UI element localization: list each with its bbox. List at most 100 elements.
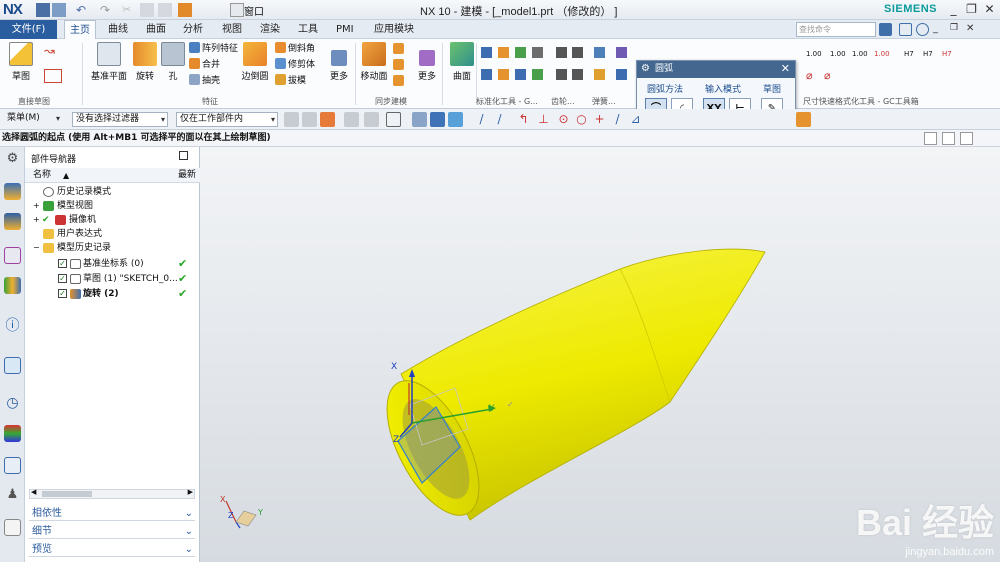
dim-format-icon[interactable]: 1.00 — [852, 47, 868, 61]
tree-node-cameras[interactable]: + ✔ 摄像机 — [25, 213, 200, 227]
diameter-icon[interactable]: ⌀ — [824, 69, 831, 83]
arc-dialog-title[interactable]: 圆弧 — [637, 61, 795, 78]
scroll-left-icon[interactable]: ◀ — [31, 488, 36, 496]
edge-blend-button[interactable]: 边倒圆 — [238, 42, 272, 92]
tool-icon[interactable] — [796, 112, 811, 127]
graphics-viewport[interactable]: X Y Z ✓ X Y Z Bai 经验 jingyan.baidu.com — [200, 147, 1000, 562]
expand-icon[interactable]: + — [33, 213, 40, 227]
view-triad[interactable]: X Y Z — [220, 495, 263, 529]
visibility-checkbox[interactable]: ✓ — [58, 259, 67, 268]
spring-tool-icon[interactable] — [616, 47, 627, 58]
shell-button[interactable]: 抽壳 — [189, 74, 220, 88]
panel-preview[interactable]: 预览 ⌄ — [29, 542, 195, 557]
restore-icon[interactable]: ❐ — [950, 23, 963, 36]
maximize-icon[interactable] — [179, 151, 188, 160]
gear-tool-icon[interactable] — [572, 47, 583, 58]
dim-format-icon[interactable]: 1.00 — [874, 47, 890, 61]
gc-tool-icon[interactable] — [481, 69, 492, 80]
touch-mode-icon[interactable] — [178, 3, 192, 17]
datum-plane-button[interactable]: 基准平面 — [88, 42, 130, 92]
web-browser-icon[interactable]: ⓘ — [4, 315, 21, 334]
sketch-button[interactable]: 草图 — [4, 42, 38, 92]
gear-icon[interactable]: ⚙ — [641, 63, 650, 74]
line-icon[interactable]: / — [610, 112, 625, 127]
dim-format-icon[interactable]: H7 — [904, 47, 914, 61]
sync-tool-icon[interactable] — [393, 75, 404, 86]
dim-format-icon[interactable]: 1.00 — [806, 47, 822, 61]
tree-node-history-mode[interactable]: 历史记录模式 — [25, 185, 200, 199]
restore-icon[interactable]: ❐ — [964, 2, 979, 17]
curve-icon[interactable]: ↰ — [516, 112, 531, 127]
point-icon[interactable]: + — [592, 112, 607, 127]
move-face-button[interactable]: 移动面 — [358, 42, 390, 92]
panel-details[interactable]: 细节 ⌄ — [29, 524, 195, 539]
gc-tool-icon[interactable] — [515, 47, 526, 58]
tree-node-revolve[interactable]: ✓ 旋转 (2) ✔ — [25, 287, 200, 301]
paste-icon[interactable] — [158, 3, 172, 17]
intersect-icon[interactable]: ⊥ — [536, 112, 551, 127]
unite-button[interactable]: 合并 — [189, 58, 220, 72]
search-icon[interactable] — [879, 23, 892, 36]
rectangle-icon[interactable] — [44, 69, 62, 83]
sort-up-icon[interactable]: ▲ — [63, 168, 69, 183]
gc-tool-icon[interactable] — [515, 69, 526, 80]
file-menu[interactable]: 文件(F) — [0, 20, 57, 39]
gc-tool-icon[interactable] — [498, 47, 509, 58]
horizontal-scrollbar[interactable]: ◀ ▶ — [29, 488, 195, 499]
line-icon[interactable]: / — [492, 112, 507, 127]
save-as-icon[interactable] — [52, 3, 66, 17]
window-menu[interactable]: 窗口 — [244, 3, 264, 18]
gc-tool-icon[interactable] — [532, 69, 543, 80]
process-studio-icon[interactable] — [4, 457, 21, 474]
status-icon[interactable] — [942, 132, 955, 145]
tab-tools[interactable]: 工具 — [293, 20, 323, 39]
system-materials-icon[interactable] — [4, 425, 21, 442]
redo-icon[interactable]: ↷ — [100, 3, 114, 17]
trim-body-button[interactable]: 修剪体 — [275, 58, 315, 72]
tab-view[interactable]: 视图 — [217, 20, 247, 39]
close-icon[interactable]: ✕ — [781, 62, 790, 75]
spring-tool-icon[interactable] — [616, 69, 627, 80]
constraint-navigator-icon[interactable] — [4, 213, 21, 230]
spring-tool-icon[interactable] — [594, 69, 605, 80]
sync-more-button[interactable]: 更多 — [410, 42, 444, 92]
select-icon[interactable] — [320, 112, 335, 127]
circle-icon[interactable]: ○ — [574, 112, 589, 127]
copy-icon[interactable] — [140, 3, 154, 17]
line-icon[interactable]: / — [474, 112, 489, 127]
dim-format-icon[interactable]: 1.00 — [830, 47, 846, 61]
tab-pmi[interactable]: PMI — [331, 20, 359, 39]
gc-tool-icon[interactable] — [498, 69, 509, 80]
chamfer-button[interactable]: 倒斜角 — [275, 42, 315, 56]
reuse-library-icon[interactable] — [4, 277, 21, 294]
expand-icon[interactable]: + — [33, 199, 40, 213]
dim-format-icon[interactable]: H7 — [923, 47, 933, 61]
tab-render[interactable]: 渲染 — [255, 20, 285, 39]
menu-button[interactable]: 菜单(M) ▾ — [4, 112, 62, 127]
tree-node-datum-csys[interactable]: ✓ 基准坐标系 (0) ✔ — [25, 257, 200, 271]
close-icon[interactable]: ✕ — [982, 2, 997, 17]
hole-button[interactable]: 孔 — [156, 42, 190, 92]
rect-select-icon[interactable] — [386, 112, 401, 127]
window-switch-icon[interactable] — [230, 3, 244, 17]
tree-node-model-history[interactable]: − 模型历史记录 — [25, 241, 200, 255]
profile-icon[interactable]: ↝ — [44, 45, 55, 59]
close-icon[interactable]: ✕ — [966, 23, 979, 36]
assembly-navigator-icon[interactable] — [4, 183, 21, 200]
selection-scope-select[interactable]: 仅在工作部件内 ▾ — [176, 112, 278, 127]
snap-icon[interactable] — [284, 112, 299, 127]
dim-format-icon[interactable]: H7 — [942, 47, 952, 61]
feature-more-button[interactable]: 更多 — [322, 42, 356, 92]
help-icon[interactable] — [916, 23, 929, 36]
gear-tool-icon[interactable] — [556, 69, 567, 80]
tab-applications[interactable]: 应用模块 — [369, 20, 419, 39]
view-icon[interactable] — [412, 112, 427, 127]
scroll-right-icon[interactable]: ▶ — [188, 488, 193, 496]
visibility-checkbox[interactable]: ✓ — [58, 289, 67, 298]
collapse-icon[interactable]: − — [33, 241, 40, 255]
pattern-feature-button[interactable]: 阵列特征 — [189, 42, 238, 56]
minimize-icon[interactable]: _ — [946, 2, 961, 17]
tab-analysis[interactable]: 分析 — [178, 20, 208, 39]
column-latest[interactable]: 最新 — [178, 168, 198, 183]
sync-tool-icon[interactable] — [393, 43, 404, 54]
